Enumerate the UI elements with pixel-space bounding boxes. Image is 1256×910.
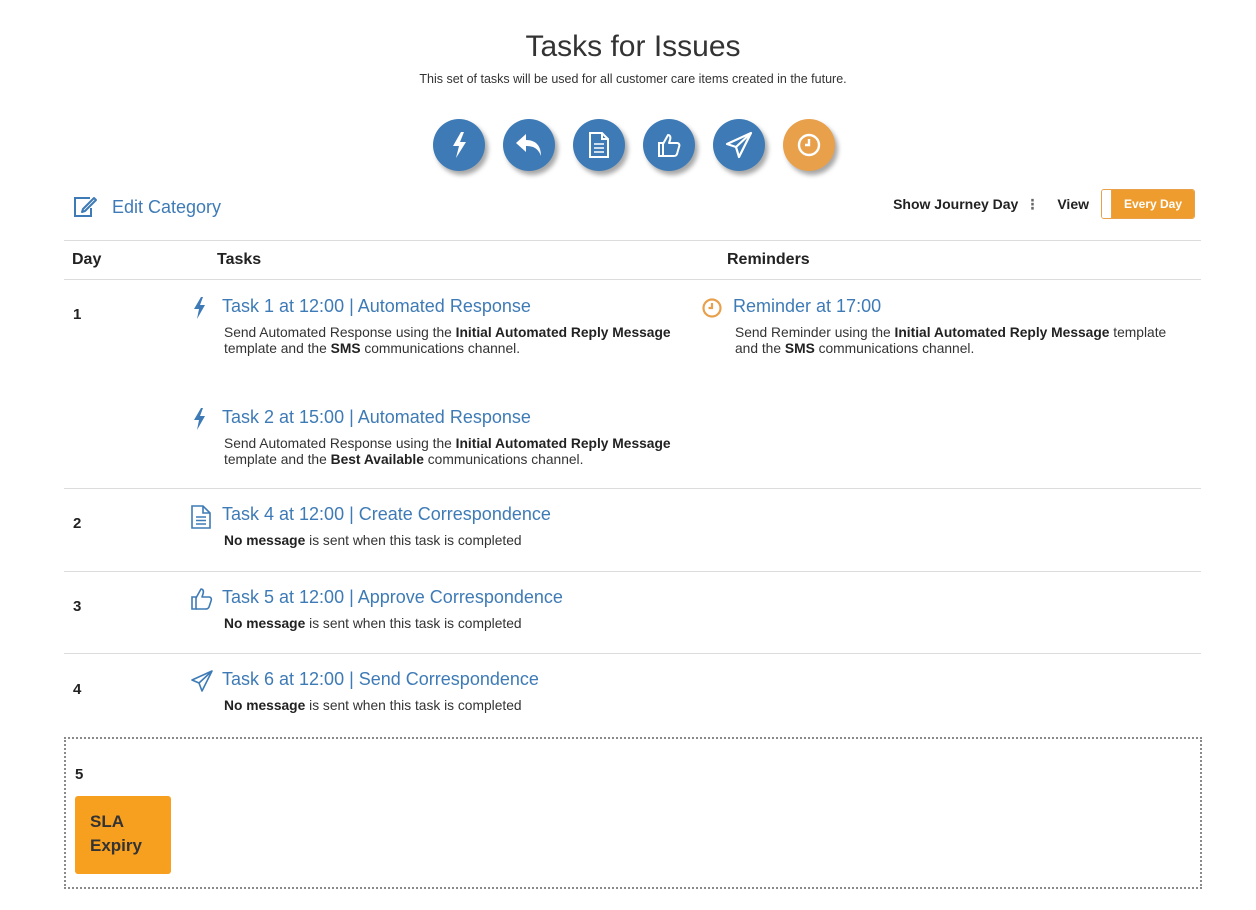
task-type-toolbar (433, 119, 835, 171)
desc-text: Send Reminder using the (735, 325, 895, 340)
view-label: View (1057, 196, 1089, 212)
day-number: 3 (73, 598, 82, 615)
document-icon (589, 132, 609, 158)
view-toggle-value: Every Day (1112, 190, 1194, 218)
day-number: 5 (75, 766, 84, 783)
kebab-menu-icon[interactable]: ⋮ (1025, 196, 1039, 213)
task-description: No message is sent when this task is com… (224, 698, 694, 714)
task-description: No message is sent when this task is com… (224, 533, 694, 549)
paper-plane-icon (725, 131, 753, 159)
add-approval-button[interactable] (643, 119, 695, 171)
task-title-link[interactable]: Task 4 at 12:00 | Create Correspondence (222, 504, 551, 525)
add-reply-button[interactable] (503, 119, 555, 171)
add-automated-response-button[interactable] (433, 119, 485, 171)
day-number: 1 (73, 306, 82, 323)
task-item: Task 4 at 12:00 | Create Correspondence … (190, 504, 690, 554)
sla-label-line2: Expiry (90, 836, 142, 855)
desc-text: template and the (224, 341, 331, 356)
toggle-knob (1102, 190, 1112, 218)
task-item: Task 2 at 15:00 | Automated Response Sen… (190, 407, 690, 487)
no-message-text: No message (224, 533, 306, 548)
desc-text: Send Automated Response using the (224, 436, 456, 451)
column-header-reminders: Reminders (727, 251, 810, 268)
table-row: 4 Task 6 at 12:00 | Send Correspondence … (64, 654, 1201, 737)
show-journey-day-label: Show Journey Day (893, 196, 1019, 212)
desc-text: Send Automated Response using the (224, 325, 456, 340)
edit-category-label: Edit Category (112, 196, 222, 217)
task-item: Task 1 at 12:00 | Automated Response Sen… (190, 296, 690, 376)
thumbs-up-icon (658, 134, 681, 157)
task-description: Send Automated Response using the Initia… (224, 325, 694, 357)
desc-text: communications channel. (423, 452, 584, 467)
desc-text: template and the (224, 452, 331, 467)
template-name: Initial Automated Reply Message (455, 325, 671, 340)
desc-text: is sent when this task is completed (305, 533, 522, 548)
edit-category-link[interactable]: Edit Category (72, 196, 221, 218)
task-description: No message is sent when this task is com… (224, 616, 694, 632)
desc-text: is sent when this task is completed (305, 698, 522, 713)
desc-text: communications channel. (360, 341, 521, 356)
view-toggle[interactable]: Every Day (1101, 189, 1195, 219)
sla-expiry-badge[interactable]: SLA Expiry (75, 796, 171, 874)
add-reminder-button[interactable] (783, 119, 835, 171)
edit-icon (74, 197, 97, 217)
reminder-description: Send Reminder using the Initial Automate… (735, 325, 1185, 357)
desc-text: is sent when this task is completed (305, 616, 522, 631)
no-message-text: No message (224, 698, 306, 713)
reminder-item: Reminder at 17:00 Send Reminder using th… (701, 296, 1191, 376)
channel-name: SMS (330, 341, 361, 356)
task-title-link[interactable]: Task 5 at 12:00 | Approve Correspondence (222, 587, 563, 608)
sla-label-line1: SLA (90, 812, 124, 831)
reply-icon (516, 134, 541, 156)
column-header-day: Day (72, 251, 102, 268)
table-header: Day Tasks Reminders (64, 240, 1201, 280)
channel-name: SMS (784, 341, 815, 356)
task-title-link[interactable]: Task 2 at 15:00 | Automated Response (222, 407, 531, 428)
task-table: Day Tasks Reminders 1 Task 1 at 12:00 | … (64, 240, 1201, 737)
add-send-button[interactable] (713, 119, 765, 171)
sla-drop-zone[interactable]: 5 SLA Expiry (64, 737, 1202, 889)
day-number: 2 (73, 515, 82, 532)
table-row: 2 Task 4 at 12:00 | Create Correspondenc… (64, 489, 1201, 572)
no-message-text: No message (224, 616, 306, 631)
paper-plane-icon (191, 670, 213, 692)
desc-text: communications channel. (814, 341, 975, 356)
task-item: Task 5 at 12:00 | Approve Correspondence… (190, 587, 690, 637)
channel-name: Best Available (330, 452, 424, 467)
bolt-icon (194, 408, 205, 430)
page-subtitle: This set of tasks will be used for all c… (419, 72, 847, 86)
task-description: Send Automated Response using the Initia… (224, 436, 694, 468)
template-name: Initial Automated Reply Message (455, 436, 671, 451)
table-row: 3 Task 5 at 12:00 | Approve Corresponden… (64, 572, 1201, 654)
page-title: Tasks for Issues (525, 30, 741, 63)
day-number: 4 (73, 681, 82, 698)
bolt-icon (453, 132, 466, 158)
view-toolbar: Show Journey Day ⋮ View Every Day (893, 189, 1195, 219)
clock-icon (797, 133, 821, 157)
table-row: 1 Task 1 at 12:00 | Automated Response S… (64, 280, 1201, 489)
bolt-icon (194, 297, 205, 319)
column-header-tasks: Tasks (217, 251, 262, 268)
task-title-link[interactable]: Task 1 at 12:00 | Automated Response (222, 296, 531, 317)
reminder-title-link[interactable]: Reminder at 17:00 (733, 296, 881, 317)
task-item: Task 6 at 12:00 | Send Correspondence No… (190, 669, 690, 719)
add-correspondence-button[interactable] (573, 119, 625, 171)
task-title-link[interactable]: Task 6 at 12:00 | Send Correspondence (222, 669, 539, 690)
document-icon (191, 505, 211, 529)
thumbs-up-icon (191, 588, 213, 610)
clock-icon (702, 298, 722, 318)
template-name: Initial Automated Reply Message (894, 325, 1110, 340)
